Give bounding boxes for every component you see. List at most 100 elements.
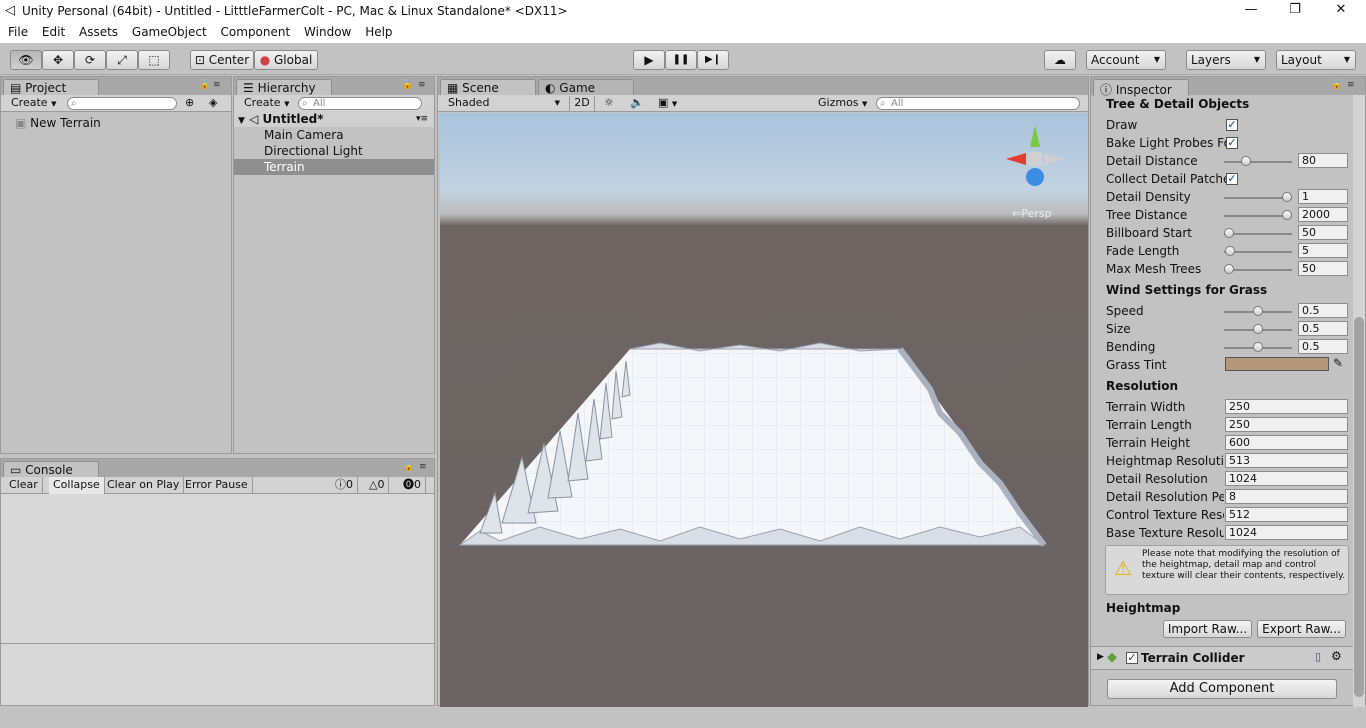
rect-icon[interactable]: ⬚ (138, 50, 170, 70)
billboard-start-field[interactable]: 50 (1298, 225, 1348, 240)
menu-assets[interactable]: Assets (79, 23, 118, 39)
detail-distance-slider[interactable] (1224, 156, 1292, 166)
scale-icon[interactable]: ⤢ (106, 50, 138, 70)
slider-knob[interactable] (1224, 264, 1234, 274)
layout-dropdown[interactable]: Layout ▼ (1276, 50, 1356, 70)
move-icon[interactable]: ✥ (42, 50, 74, 70)
tab-game[interactable]: ◐ Game (538, 79, 634, 96)
shading-mode-dropdown[interactable]: Shaded ▼ (448, 96, 562, 111)
cloud-icon[interactable]: ☁ (1044, 50, 1076, 70)
effects-toggle-icon[interactable]: ▣ ▼ (658, 96, 677, 111)
slider-knob[interactable] (1224, 228, 1234, 238)
tab-hierarchy[interactable]: ☰ Hierarchy (236, 79, 332, 96)
panel-menu-icon[interactable]: ≡ (213, 80, 221, 90)
slider-knob[interactable] (1253, 324, 1263, 334)
persp-label[interactable]: ⇐Persp (1012, 207, 1051, 220)
console-collapse-button[interactable]: Collapse (49, 477, 105, 494)
pause-button[interactable]: ❚❚ (665, 50, 697, 70)
filter-type-icon[interactable]: ⊕ (185, 96, 194, 111)
eyedropper-icon[interactable]: ✎ (1333, 356, 1343, 370)
detail-density-field[interactable]: 1 (1298, 189, 1348, 204)
help-book-icon[interactable]: ▯ (1315, 650, 1321, 663)
menu-window[interactable]: Window (304, 23, 351, 39)
gizmos-dropdown[interactable]: Gizmos ▼ (818, 96, 867, 111)
step-button[interactable]: ▶❙ (697, 50, 729, 70)
export-raw-button[interactable]: Export Raw... (1257, 620, 1346, 638)
slider-knob[interactable] (1241, 156, 1251, 166)
layers-dropdown[interactable]: Layers ▼ (1186, 50, 1266, 70)
rotate-icon[interactable]: ⟳ (74, 50, 106, 70)
control-texture-resolution-field[interactable]: 512 (1225, 507, 1348, 522)
terrain-width-field[interactable]: 250 (1225, 399, 1348, 414)
menu-file[interactable]: File (8, 23, 28, 39)
console-warning-count[interactable]: △0 (365, 477, 390, 494)
view-hand-icon[interactable]: 👁 (10, 50, 42, 70)
hierarchy-search-input[interactable]: ⌕ All (298, 97, 422, 110)
console-error-pause-button[interactable]: Error Pause (181, 477, 253, 494)
tab-inspector[interactable]: ⓘ Inspector (1093, 79, 1189, 97)
hierarchy-item-main-camera[interactable]: Main Camera (234, 127, 434, 143)
slider-knob[interactable] (1225, 246, 1235, 256)
scene-search-input[interactable]: ⌕ All (876, 97, 1080, 110)
console-clear-button[interactable]: Clear (5, 477, 43, 494)
bake-light-probes-checkbox[interactable]: ✓ (1226, 137, 1238, 149)
billboard-start-slider[interactable] (1224, 228, 1292, 238)
add-component-button[interactable]: Add Component (1107, 679, 1337, 699)
hierarchy-item-terrain[interactable]: Terrain (234, 159, 434, 175)
list-item[interactable]: ▣ New Terrain (1, 115, 231, 131)
restore-button[interactable]: ❐ (1272, 2, 1318, 22)
wind-bending-field[interactable]: 0.5 (1298, 339, 1348, 354)
tab-console[interactable]: ▭ Console (3, 461, 99, 478)
panel-menu-icon[interactable]: ≡ (418, 80, 426, 90)
panel-menu-icon[interactable]: ▾≡ (416, 111, 428, 127)
tab-project[interactable]: ▤ Project (3, 79, 99, 96)
console-error-count[interactable]: ⓿0 (399, 477, 426, 494)
filter-label-icon[interactable]: ◈ (209, 96, 217, 111)
terrain-height-field[interactable]: 600 (1225, 435, 1348, 450)
2d-toggle-button[interactable]: 2D (569, 96, 595, 111)
panel-menu-icon[interactable]: ≡ (419, 462, 427, 472)
heightmap-resolution-field[interactable]: 513 (1225, 453, 1348, 468)
max-mesh-trees-field[interactable]: 50 (1298, 261, 1348, 276)
wind-speed-slider[interactable] (1224, 306, 1292, 316)
pivot-center-button[interactable]: ⊡ Center (190, 50, 254, 70)
detail-distance-field[interactable]: 80 (1298, 153, 1348, 168)
tree-distance-field[interactable]: 2000 (1298, 207, 1348, 222)
console-clear-on-play-button[interactable]: Clear on Play (103, 477, 185, 494)
play-button[interactable]: ▶ (633, 50, 665, 70)
project-search-input[interactable]: ⌕ (67, 97, 177, 110)
wind-bending-slider[interactable] (1224, 342, 1292, 352)
slider-knob[interactable] (1282, 210, 1292, 220)
terrain-collider-checkbox[interactable]: ✓ (1126, 652, 1138, 664)
import-raw-button[interactable]: Import Raw... (1163, 620, 1252, 638)
slider-knob[interactable] (1253, 306, 1263, 316)
scrollbar-thumb[interactable] (1354, 317, 1364, 697)
panel-menu-icon[interactable]: ≡ (1347, 80, 1355, 90)
hierarchy-create-dropdown[interactable]: Create ▼ (244, 96, 289, 111)
wind-size-field[interactable]: 0.5 (1298, 321, 1348, 336)
scene-viewport[interactable]: ⇐Persp (440, 113, 1088, 707)
lighting-toggle-icon[interactable]: ☼ (604, 96, 614, 111)
lock-icon[interactable]: 🔒 (199, 80, 210, 90)
max-mesh-trees-slider[interactable] (1224, 264, 1292, 274)
expand-arrow-icon[interactable]: ▶ (1097, 652, 1104, 662)
lock-icon[interactable]: 🔒 (1331, 80, 1342, 90)
menu-help[interactable]: Help (365, 23, 392, 39)
terrain-length-field[interactable]: 250 (1225, 417, 1348, 432)
pivot-global-button[interactable]: ● Global (254, 50, 318, 70)
hierarchy-item-directional-light[interactable]: Directional Light (234, 143, 434, 159)
fade-length-field[interactable]: 5 (1298, 243, 1348, 258)
detail-resolution-field[interactable]: 1024 (1225, 471, 1348, 486)
lock-icon[interactable]: 🔒 (403, 462, 414, 472)
draw-checkbox[interactable]: ✓ (1226, 119, 1238, 131)
inspector-scrollbar[interactable] (1353, 95, 1365, 707)
close-button[interactable]: ✕ (1318, 2, 1364, 22)
detail-density-slider[interactable] (1224, 192, 1292, 202)
collect-detail-checkbox[interactable]: ✓ (1226, 173, 1238, 185)
minimize-button[interactable]: — (1228, 2, 1274, 22)
terrain-collider-header[interactable]: ▶ ◆ ✓ Terrain Collider ▯ ⚙ (1091, 646, 1353, 670)
tree-distance-slider[interactable] (1224, 210, 1292, 220)
wind-size-slider[interactable] (1224, 324, 1292, 334)
console-log-count[interactable]: ⓘ0 (331, 477, 358, 494)
scene-root-row[interactable]: ▼ ◁ Untitled* ▾≡ (234, 111, 434, 127)
